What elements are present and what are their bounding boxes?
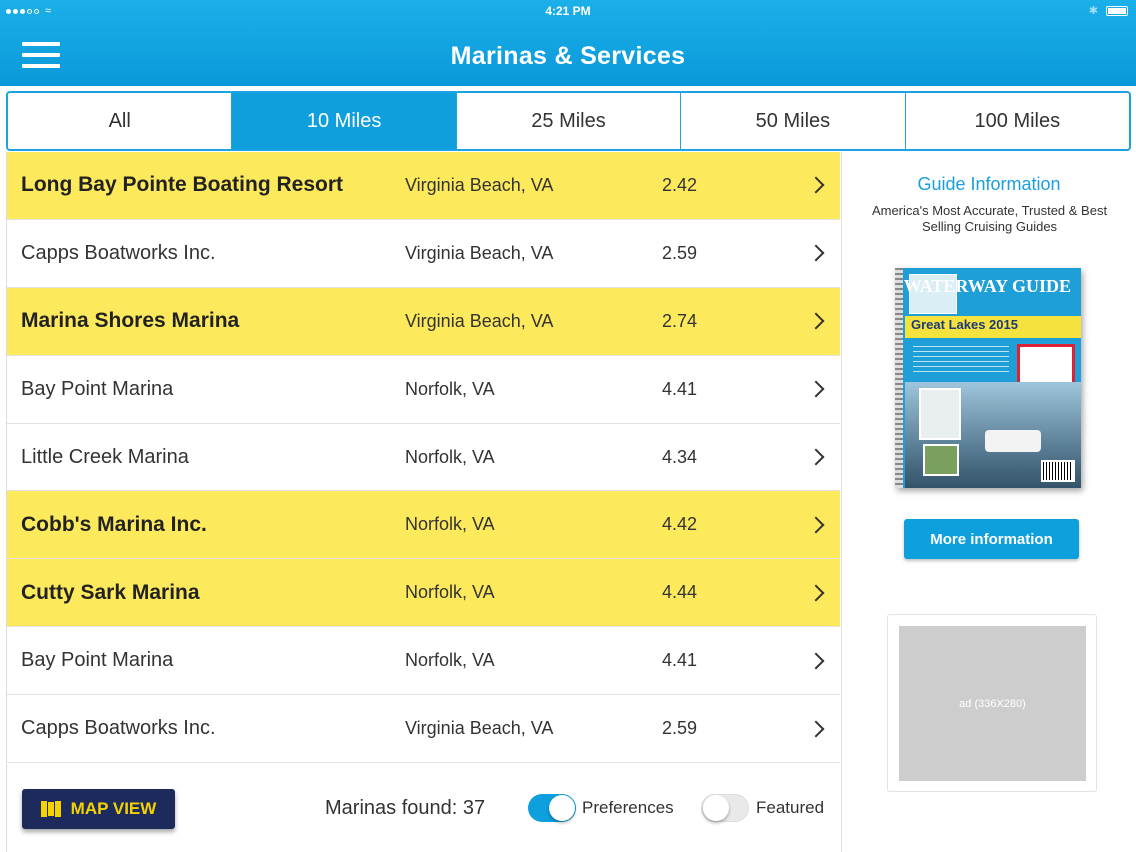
marina-location: Virginia Beach, VA (405, 310, 554, 331)
tab-25-miles[interactable]: 25 Miles (457, 93, 682, 149)
marina-location: Norfolk, VA (405, 514, 495, 535)
bluetooth-icon: ✱ (1088, 5, 1098, 17)
marinas-found-count: Marinas found: 37 (325, 797, 486, 819)
marina-row[interactable]: Cutty Sark Marina Norfolk, VA 4.44 (7, 559, 840, 628)
chevron-right-icon (807, 652, 825, 670)
marina-location: Norfolk, VA (405, 378, 495, 399)
more-information-button[interactable]: More information (904, 519, 1079, 559)
map-icon (40, 801, 61, 817)
marina-row[interactable]: Cobb's Marina Inc. Norfolk, VA 4.42 (7, 491, 840, 560)
marina-row[interactable]: Bay Point Marina Norfolk, VA 4.41 (7, 355, 840, 424)
preferences-label: Preferences (582, 798, 674, 817)
tab-10-miles[interactable]: 10 Miles (232, 93, 457, 149)
marina-location: Virginia Beach, VA (405, 718, 554, 739)
chevron-right-icon (807, 380, 825, 398)
chevron-right-icon (807, 176, 825, 194)
book-barcode (1041, 460, 1075, 482)
marina-location: Norfolk, VA (405, 446, 495, 467)
map-view-label: MAP VIEW (70, 799, 157, 818)
marina-name: Capps Boatworks Inc. (21, 717, 216, 740)
book-title-band: Great Lakes 2015 (905, 316, 1081, 338)
ad-frame: ad (336X280) (887, 614, 1097, 792)
book-photo-shore (923, 444, 959, 476)
app-header: ≈ 4:21 PM ✱ Marinas & Services (0, 0, 1136, 86)
marina-location: Virginia Beach, VA (405, 242, 554, 263)
featured-toggle[interactable] (701, 794, 749, 822)
marina-location: Norfolk, VA (405, 582, 495, 603)
marina-distance: 4.34 (662, 446, 698, 467)
chevron-right-icon (807, 516, 825, 534)
ad-placeholder[interactable]: ad (336X280) (899, 626, 1086, 781)
guide-subtitle: America's Most Accurate, Trusted & Best … (871, 203, 1108, 234)
chevron-right-icon (807, 720, 825, 738)
guide-title: Guide Information (917, 174, 1061, 194)
status-bar: ≈ 4:21 PM ✱ (0, 0, 1136, 22)
marina-name: Marina Shores Marina (21, 309, 240, 333)
marina-distance: 4.41 (662, 650, 698, 671)
chevron-right-icon (807, 312, 825, 330)
marina-name: Cobb's Marina Inc. (21, 512, 207, 536)
marina-row[interactable]: Little Creek Marina Norfolk, VA 4.34 (7, 423, 840, 492)
book-spiral (895, 268, 903, 488)
marina-row[interactable]: Capps Boatworks Inc. Virginia Beach, VA 2.… (7, 695, 840, 764)
marina-distance: 4.41 (662, 378, 698, 399)
marina-distance: 2.42 (662, 174, 698, 195)
marina-name: Bay Point Marina (21, 377, 174, 400)
marina-name: Little Creek Marina (21, 445, 189, 468)
marina-row[interactable]: Long Bay Pointe Boating Resort Virginia B… (7, 152, 840, 220)
marina-name: Cutty Sark Marina (21, 580, 200, 604)
book-photo-building (919, 388, 961, 440)
book-photo-boat (985, 430, 1041, 452)
marina-distance: 4.44 (662, 582, 698, 603)
marina-distance: 2.59 (662, 718, 698, 739)
guide-sidebar: Guide Information America's Most Accurat… (841, 152, 1136, 852)
page-title: Marinas & Services (450, 42, 686, 70)
marina-row[interactable]: Capps Boatworks Inc. Virginia Beach, VA 2.… (7, 219, 840, 288)
map-view-button[interactable]: MAP VIEW (22, 789, 175, 829)
featured-label: Featured (756, 798, 825, 817)
distance-tabs: All 10 Miles 25 Miles 50 Miles 100 Miles (6, 91, 1131, 151)
marina-distance: 2.74 (662, 310, 698, 331)
guide-book-cover[interactable]: WATERWAY GUIDE Great Lakes 2015 (895, 268, 1081, 488)
marina-distance: 4.42 (662, 514, 698, 535)
status-time: 4:21 PM (545, 4, 591, 18)
book-brand: WATERWAY GUIDE (903, 276, 1071, 296)
chevron-right-icon (807, 448, 825, 466)
marina-name: Bay Point Marina (21, 649, 174, 672)
marina-name: Capps Boatworks Inc. (21, 241, 216, 264)
tab-100-miles[interactable]: 100 Miles (906, 93, 1129, 149)
tab-50-miles[interactable]: 50 Miles (681, 93, 906, 149)
book-text-lines (913, 346, 1009, 376)
marina-name: Long Bay Pointe Boating Resort (21, 173, 344, 197)
chevron-right-icon (807, 244, 825, 262)
preferences-toggle[interactable] (528, 794, 576, 822)
tab-all[interactable]: All (8, 93, 233, 149)
marina-location: Virginia Beach, VA (405, 174, 554, 195)
book-title: Great Lakes 2015 (911, 317, 1018, 332)
chevron-right-icon (807, 584, 825, 602)
list-footer: MAP VIEW Marinas found: 37 Preferences F… (6, 764, 840, 852)
marina-row[interactable]: Marina Shores Marina Virginia Beach, VA 2.… (7, 287, 840, 356)
marina-row[interactable]: Bay Point Marina Norfolk, VA 4.41 (7, 627, 840, 696)
marina-location: Norfolk, VA (405, 650, 495, 671)
battery-icon (1106, 5, 1128, 16)
marina-list: Long Bay Pointe Boating Resort Virginia B… (6, 152, 840, 764)
marina-distance: 2.59 (662, 242, 698, 263)
